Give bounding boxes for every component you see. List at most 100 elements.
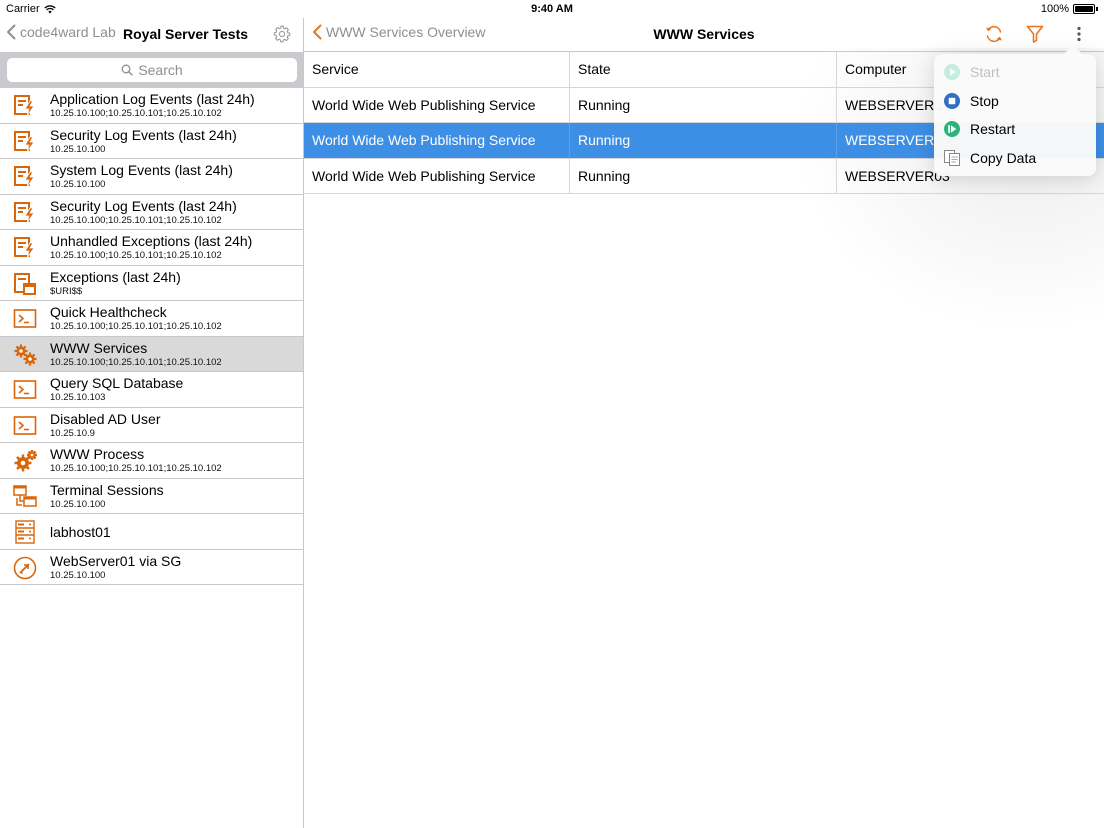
chevron-left-icon [313,24,322,40]
status-bar: Carrier 9:40 AM 100% [0,0,1104,18]
filter-icon[interactable] [1026,24,1044,44]
page-title: WWW Services [653,26,755,42]
powershell-icon [13,307,38,331]
cell-state: Running [570,123,837,158]
connection-item[interactable]: WebServer01 via SG 10.25.10.100 [0,550,303,585]
chevron-left-icon [7,24,16,40]
restart-icon [943,120,961,138]
connection-name: WWW Process [50,446,145,462]
connection-address: $URI$$ [50,285,83,297]
main-back-label: WWW Services Overview [326,24,486,40]
connection-item[interactable]: Query SQL Database 10.25.10.103 [0,372,303,408]
connection-item[interactable]: WWW Services 10.25.10.100;10.25.10.101;10… [0,336,303,372]
clock: 9:40 AM [531,3,573,15]
menu-item-restart[interactable]: Restart [934,115,1096,143]
connection-item[interactable]: Disabled AD User 10.25.10.9 [0,408,303,443]
powershell-icon [13,378,38,402]
connection-item[interactable]: Security Log Events (last 24h) 10.25.10.1… [0,124,303,159]
server-host-icon [13,520,38,544]
connection-item[interactable]: System Log Events (last 24h) 10.25.10.100 [0,159,303,195]
search-placeholder: Search [138,62,183,78]
connection-address: 10.25.10.100;10.25.10.101;10.25.10.102 [50,463,222,474]
connection-address: 10.25.10.100 [50,569,106,581]
sidebar-back-button[interactable]: code4ward Lab [6,24,116,40]
connection-name: Terminal Sessions [50,481,164,498]
event-log-icon [13,201,38,225]
menu-item-start[interactable]: Start [934,58,1096,86]
connection-address: 10.25.10.100;10.25.10.101;10.25.10.102 [50,214,222,226]
connection-item[interactable]: Terminal Sessions 10.25.10.100 [0,479,303,514]
connection-address: 10.25.10.100;10.25.10.101;10.25.10.102 [50,356,222,368]
connection-name: Security Log Events (last 24h) [50,126,237,143]
search-bar: Search [0,52,303,88]
copy-icon [943,149,961,167]
connection-address: 10.25.10.100;10.25.10.101;10.25.10.102 [50,250,222,261]
settings-gear-icon[interactable] [273,25,291,43]
event-log-icon [13,94,38,118]
connection-address: 10.25.10.100 [50,179,106,190]
process-gear-icon [13,449,38,473]
connection-name: Security Log Events (last 24h) [50,197,237,214]
battery-icon [1073,4,1095,14]
column-header-service[interactable]: Service [304,52,570,87]
connection-name: WebServer01 via SG [50,552,182,569]
connection-name: WWW Services [50,339,148,356]
exceptions-icon [13,272,38,296]
connection-item[interactable]: Security Log Events (last 24h) 10.25.10.1… [0,195,303,230]
battery-indicator: 100% [1041,3,1098,15]
event-log-icon [13,130,38,154]
cell-service: World Wide Web Publishing Service [304,123,570,158]
connection-name: Application Log Events (last 24h) [50,91,255,107]
sidebar-back-label: code4ward Lab [20,24,116,40]
sidebar-nav-bar: code4ward Lab Royal Server Tests [0,18,303,52]
menu-item-label: Start [970,64,1000,80]
search-icon [121,64,134,76]
sidebar-title: Royal Server Tests [123,26,249,42]
menu-item-stop[interactable]: Stop [934,87,1096,115]
main-nav-bar: WWW Services Overview WWW Services [304,18,1104,52]
connection-address: 10.25.10.100;10.25.10.101;10.25.10.102 [50,108,222,119]
connection-address: 10.25.10.100;10.25.10.101;10.25.10.102 [50,321,222,332]
connection-name: labhost01 [50,524,111,540]
battery-percent: 100% [1040,3,1069,15]
connection-address: 10.25.10.103 [50,392,106,403]
event-log-icon [13,165,38,189]
menu-item-label: Stop [970,92,999,109]
cell-state: Running [570,87,837,123]
menu-item-label: Restart [970,121,1016,137]
connection-item[interactable]: Application Log Events (last 24h) 10.25.1… [0,88,303,124]
connection-address: 10.25.10.100 [50,498,106,510]
connection-name: Quick Healthcheck [50,304,167,320]
connection-name: Query SQL Database [50,375,184,391]
menu-item-label: Copy Data [970,149,1037,166]
sidebar: code4ward Lab Royal Server Tests Search … [0,18,304,828]
connection-item[interactable]: WWW Process 10.25.10.100;10.25.10.101;10.… [0,443,303,479]
main-back-button[interactable]: WWW Services Overview [312,24,485,40]
column-header-state[interactable]: State [570,52,837,87]
connection-item[interactable]: Quick Healthcheck 10.25.10.100;10.25.10.1… [0,301,303,337]
cell-service: World Wide Web Publishing Service [304,87,570,123]
search-input[interactable]: Search [7,58,297,82]
more-options-icon[interactable] [1072,24,1086,44]
connection-name: Unhandled Exceptions (last 24h) [50,233,253,249]
connection-name: Disabled AD User [50,410,161,427]
connection-item[interactable]: labhost01 [0,514,303,550]
cell-service: World Wide Web Publishing Service [304,158,570,194]
event-log-icon [13,236,38,260]
services-gear-icon [13,343,38,367]
connection-name: Exceptions (last 24h) [50,268,181,285]
connection-list: Application Log Events (last 24h) 10.25.1… [0,88,303,585]
cell-state: Running [570,158,837,194]
connection-address: 10.25.10.9 [50,427,95,439]
menu-item-copy-data[interactable]: Copy Data [934,144,1096,172]
connection-address: 10.25.10.100 [50,143,106,155]
powershell-icon [13,414,38,438]
connection-item[interactable]: Exceptions (last 24h) $URI$$ [0,266,303,301]
terminal-sessions-icon [13,484,38,509]
action-menu-popover: Start Stop Restart Copy Data [934,45,1096,176]
stop-icon [943,92,961,110]
connection-item[interactable]: Unhandled Exceptions (last 24h) 10.25.10.… [0,230,303,266]
refresh-icon[interactable] [984,24,1004,44]
start-icon [943,63,961,81]
remote-desktop-icon [13,556,38,580]
